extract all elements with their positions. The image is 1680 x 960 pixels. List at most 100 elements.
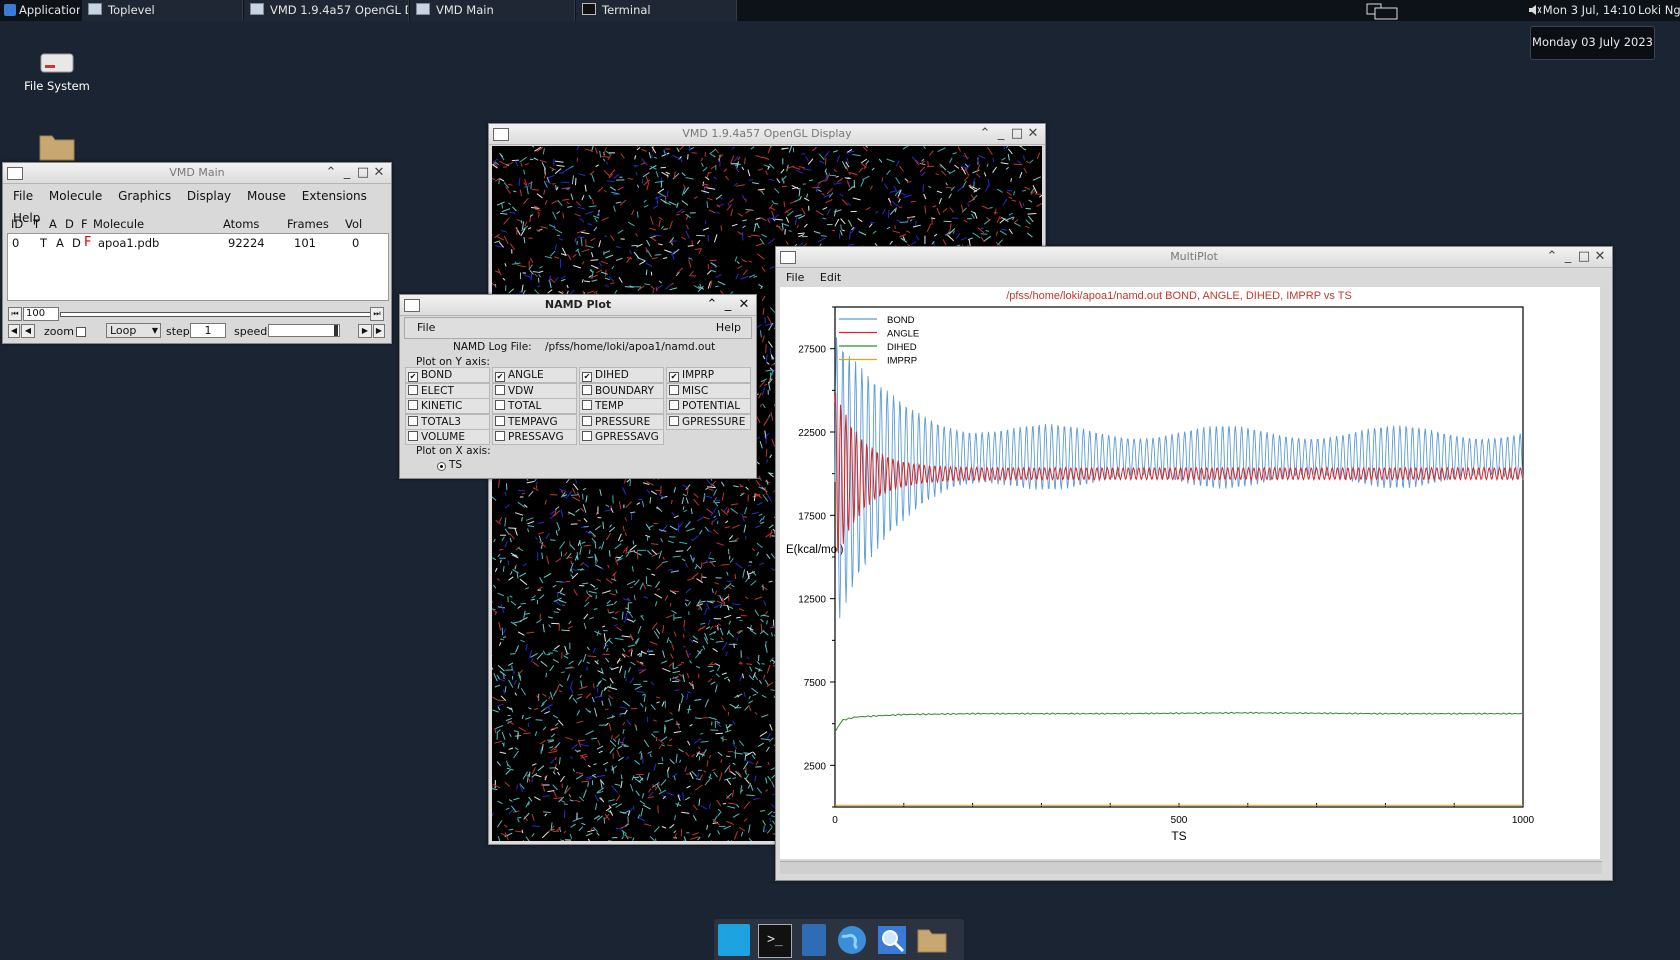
step-back-icon[interactable]: ◀	[8, 324, 20, 338]
checkbox[interactable]	[408, 431, 418, 441]
y-option-vdw[interactable]: VDW	[492, 382, 577, 399]
y-option-imprp[interactable]: ✔ IMPRP	[666, 367, 751, 383]
checkbox[interactable]	[669, 400, 679, 410]
menu-display[interactable]: Display	[187, 189, 231, 203]
checkbox[interactable]	[495, 431, 505, 441]
y-option-temp[interactable]: TEMP	[579, 398, 664, 414]
y-option-pressure[interactable]: PRESSURE	[579, 413, 664, 430]
checkbox[interactable]	[582, 431, 592, 441]
y-option-elect[interactable]: ELECT	[405, 382, 490, 399]
y-option-gpressure[interactable]: GPRESSURE	[666, 413, 751, 430]
zoom-checkbox[interactable]	[76, 327, 86, 337]
vertical-scrollbar[interactable]	[1600, 287, 1610, 859]
menu-molecule[interactable]: Molecule	[49, 189, 102, 203]
y-option-angle[interactable]: ✔ ANGLE	[492, 367, 577, 383]
table-row[interactable]: 0 T A D F apoa1.pdb 92224 101 0	[12, 235, 388, 251]
checkbox[interactable]	[495, 384, 505, 395]
checkbox-checked[interactable]: ✔	[669, 372, 679, 382]
taskbar-item-toplevel[interactable]: Toplevel	[82, 0, 243, 21]
horizontal-scrollbar[interactable]	[780, 861, 1602, 874]
shade-icon[interactable]: ⌃	[704, 295, 720, 315]
plot-canvas[interactable]: /pfss/home/loki/apoa1/namd.out BOND, ANG…	[780, 287, 1602, 859]
terminal-icon[interactable]: >_	[758, 924, 792, 958]
y-option-pressavg[interactable]: PRESSAVG	[492, 429, 577, 445]
y-option-tempavg[interactable]: TEMPAVG	[492, 413, 577, 430]
checkbox[interactable]	[408, 400, 418, 410]
cell-fixed[interactable]: F	[84, 235, 91, 251]
y-option-misc[interactable]: MISC	[666, 382, 751, 399]
checkbox[interactable]	[582, 400, 592, 410]
maximize-icon[interactable]: □	[1009, 124, 1025, 144]
minimize-icon[interactable]: _	[1560, 247, 1576, 267]
speed-slider-handle[interactable]	[334, 325, 338, 336]
minimize-icon[interactable]: _	[993, 124, 1009, 144]
title-bar[interactable]: VMD Main ⌃ _ □ ✕	[3, 163, 391, 184]
menu-file[interactable]: File	[13, 189, 33, 203]
cell-active[interactable]: A	[56, 235, 64, 251]
checkbox[interactable]	[582, 415, 592, 426]
maximize-icon[interactable]: □	[355, 163, 371, 183]
taskbar-item-opengl[interactable]: VMD 1.9.4a57 OpenGL Di...	[244, 0, 409, 21]
checkbox-checked[interactable]: ✔	[582, 372, 592, 382]
y-option-volume[interactable]: VOLUME	[405, 429, 490, 445]
menu-graphics[interactable]: Graphics	[118, 189, 171, 203]
minimize-icon[interactable]: _	[720, 295, 736, 315]
cell-top[interactable]: T	[40, 235, 47, 251]
shade-icon[interactable]: ⌃	[1544, 247, 1560, 267]
x-axis-radio-ts[interactable]	[437, 462, 446, 471]
play-reverse-icon[interactable]: ◀	[21, 324, 35, 338]
cell-drawn[interactable]: D	[72, 235, 81, 251]
title-bar[interactable]: VMD 1.9.4a57 OpenGL Display ⌃ _ □ ✕	[489, 124, 1045, 145]
menu-help[interactable]: Help	[716, 318, 741, 338]
user-menu[interactable]: Loki Ng	[1638, 0, 1680, 20]
checkbox[interactable]	[582, 384, 592, 395]
taskbar-item-terminal[interactable]: Terminal	[576, 0, 737, 21]
y-option-bond[interactable]: ✔ BOND	[405, 367, 490, 383]
y-option-boundary[interactable]: BOUNDARY	[579, 382, 664, 399]
minimize-icon[interactable]: _	[339, 163, 355, 183]
checkbox-checked[interactable]: ✔	[408, 372, 418, 382]
menu-mouse[interactable]: Mouse	[247, 189, 286, 203]
step-forward-icon[interactable]: ▶	[373, 324, 385, 338]
goto-start-icon[interactable]: ⏮	[8, 307, 22, 321]
title-bar[interactable]: MultiPlot ⌃ _ □ ✕	[776, 247, 1612, 268]
file-manager-icon[interactable]	[802, 924, 826, 956]
y-option-total3[interactable]: TOTAL3	[405, 413, 490, 430]
show-desktop-icon[interactable]	[718, 924, 750, 956]
frame-slider[interactable]	[60, 312, 374, 317]
menu-edit[interactable]: Edit	[820, 271, 841, 284]
checkbox[interactable]	[408, 384, 418, 395]
goto-end-icon[interactable]: ⏭	[370, 307, 384, 321]
menu-file[interactable]: File	[786, 271, 804, 284]
workspace-icon[interactable]	[1365, 2, 1401, 20]
y-option-kinetic[interactable]: KINETIC	[405, 398, 490, 414]
menu-file[interactable]: File	[417, 321, 435, 334]
shade-icon[interactable]: ⌃	[977, 124, 993, 144]
close-icon[interactable]: ✕	[371, 163, 387, 183]
checkbox[interactable]	[669, 415, 679, 426]
taskbar-item-vmd-main[interactable]: VMD Main	[410, 0, 575, 21]
web-browser-icon[interactable]	[836, 924, 868, 956]
search-icon[interactable]	[876, 924, 908, 956]
desktop-icon-home[interactable]	[7, 132, 107, 165]
y-option-total[interactable]: TOTAL	[492, 398, 577, 414]
menu-extensions[interactable]: Extensions	[302, 189, 367, 203]
molecule-list[interactable]: 0 T A D F apoa1.pdb 92224 101 0	[7, 233, 389, 301]
loop-select[interactable]: Loop ▼	[106, 323, 161, 338]
y-option-dihed[interactable]: ✔ DIHED	[579, 367, 664, 383]
y-option-gpressavg[interactable]: GPRESSAVG	[579, 429, 664, 445]
clock[interactable]: Mon 3 Jul, 14:10	[1543, 0, 1636, 20]
close-icon[interactable]: ✕	[736, 295, 752, 315]
play-forward-icon[interactable]: ▶	[358, 324, 372, 338]
shade-icon[interactable]: ⌃	[323, 163, 339, 183]
y-option-potential[interactable]: POTENTIAL	[666, 398, 751, 414]
speed-slider[interactable]	[268, 324, 340, 337]
applications-menu[interactable]: Applications	[0, 0, 80, 21]
close-icon[interactable]: ✕	[1025, 124, 1041, 144]
frame-field[interactable]: 100	[23, 307, 59, 321]
maximize-icon[interactable]: □	[1576, 247, 1592, 267]
checkbox[interactable]	[495, 415, 505, 426]
checkbox[interactable]	[408, 415, 418, 426]
checkbox-checked[interactable]: ✔	[495, 372, 505, 382]
close-icon[interactable]: ✕	[1592, 247, 1608, 267]
